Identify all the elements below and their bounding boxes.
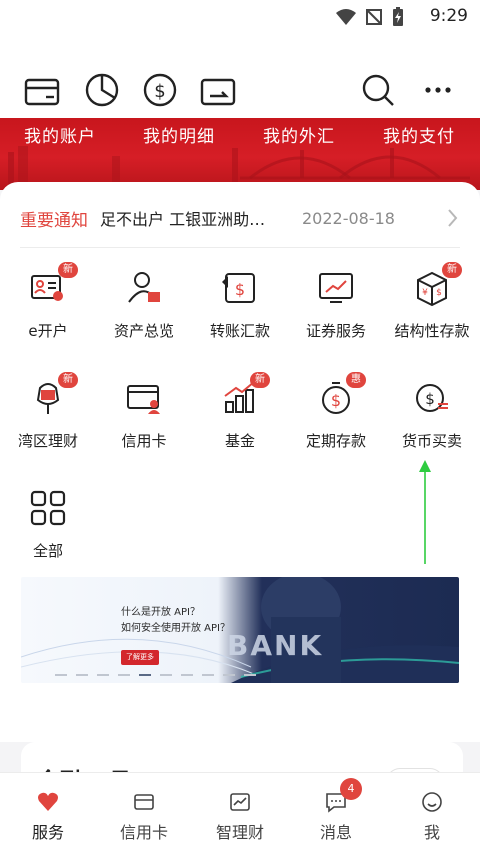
annotation-arrow	[419, 460, 431, 564]
battery-charging-icon	[393, 7, 403, 26]
card-icon	[134, 794, 154, 810]
service-label: 信用卡	[121, 432, 167, 450]
person-icon	[128, 272, 160, 303]
banner-learn-more-button[interactable]: 了解更多	[121, 650, 159, 665]
hero-tab-my-account[interactable]: 我的账户	[24, 122, 96, 147]
service-label: 结构性存款	[394, 322, 470, 340]
credit-card-icon	[127, 385, 160, 414]
status-icons	[336, 7, 404, 27]
banner-dot[interactable]	[76, 674, 88, 676]
no-signal-icon	[366, 9, 382, 25]
banner-pagination	[55, 674, 256, 676]
new-badge: 新	[58, 262, 78, 278]
pie-chart-icon[interactable]	[82, 70, 122, 110]
tab-label: 消息	[319, 823, 352, 842]
status-bar: 9:29	[0, 0, 480, 34]
banner-line-2: 如何安全使用开放 API？	[121, 623, 230, 634]
service-label: e开户	[28, 322, 68, 340]
service-securities[interactable]: 证券服务	[288, 268, 384, 368]
service-label: 转账汇款	[209, 322, 270, 340]
notice-tag: 重要通知	[20, 210, 88, 231]
top-bar	[0, 34, 480, 118]
svg-text:$: $	[436, 288, 442, 298]
notice-text[interactable]: 足不出户 工银亚洲助…	[100, 206, 288, 230]
service-all[interactable]: 全部	[0, 488, 96, 588]
banner-dot[interactable]	[181, 674, 193, 676]
hero-tab-my-payment[interactable]: 我的支付	[383, 122, 455, 147]
svg-text:¥: ¥	[422, 288, 428, 298]
service-asset-overview[interactable]: 资产总览	[96, 268, 192, 368]
svg-text:$: $	[154, 81, 165, 102]
service-label: 证券服务	[305, 322, 366, 340]
tab-label: 信用卡	[119, 823, 168, 842]
svg-text:$: $	[235, 280, 245, 299]
service-transfer[interactable]: $ 转账汇款	[192, 268, 288, 368]
account-hero: 我的账户 我的明细 我的外汇 我的支付	[0, 118, 480, 190]
notice-divider	[20, 247, 460, 248]
service-currency-exchange[interactable]: $ 货币买卖	[384, 378, 480, 478]
wallet-icon[interactable]	[22, 72, 62, 112]
banner-line-1: 什么是开放 API？	[121, 607, 200, 618]
banner-dot[interactable]	[223, 674, 235, 676]
transfer-icon: $	[222, 273, 255, 303]
service-structured-deposit[interactable]: ¥ $ 新 结构性存款	[384, 262, 480, 368]
tab-label: 我	[423, 823, 440, 842]
bottom-tab-bar: 服务 信用卡 智理财 消息 我	[0, 772, 480, 854]
banner-dot[interactable]	[202, 674, 214, 676]
service-fund[interactable]: 新 基金	[192, 372, 288, 478]
banner-dot[interactable]	[55, 674, 67, 676]
hero-tab-my-forex[interactable]: 我的外汇	[263, 122, 335, 147]
grid-icon	[30, 490, 66, 526]
banner-dot-active[interactable]	[139, 674, 151, 676]
service-label: 货币买卖	[401, 432, 462, 450]
banner-bank-text: BANK	[227, 629, 324, 662]
banner-dot[interactable]	[160, 674, 172, 676]
service-e-account[interactable]: 新 e开户	[0, 262, 96, 368]
hero-tab-my-details[interactable]: 我的明细	[143, 122, 215, 147]
smile-icon	[422, 792, 442, 812]
banner-dot[interactable]	[97, 674, 109, 676]
discount-badge: 惠	[346, 372, 366, 388]
heart-icon	[38, 792, 58, 811]
trend-monitor-icon	[319, 273, 353, 303]
new-badge: 新	[250, 372, 270, 388]
notice-bar[interactable]: 重要通知 足不出户 工银亚洲助… 2022-08-18	[20, 198, 460, 238]
banner-dot[interactable]	[244, 674, 256, 676]
transfer-card-icon[interactable]	[198, 72, 238, 112]
notice-date: 2022-08-18	[302, 208, 395, 228]
status-time: 9:29	[429, 6, 468, 26]
new-badge: 新	[58, 372, 78, 388]
service-credit-card[interactable]: 信用卡	[96, 378, 192, 478]
currency-exchange-icon: $	[416, 384, 448, 412]
more-icon[interactable]	[418, 70, 458, 110]
svg-text:$: $	[425, 390, 435, 408]
dollar-circle-icon[interactable]: $	[140, 70, 180, 110]
new-badge: 新	[442, 262, 462, 278]
svg-text:$: $	[331, 391, 341, 410]
chart-icon	[230, 793, 250, 811]
service-label: 湾区理财	[17, 432, 78, 450]
wifi-icon	[336, 9, 356, 25]
promo-banner[interactable]: 什么是开放 API？ 如何安全使用开放 API？ 了解更多 BANK	[21, 577, 459, 683]
tab-label: 智理财	[215, 823, 264, 842]
service-bay-area-wealth[interactable]: 新 湾区理财	[0, 372, 96, 478]
search-icon[interactable]	[358, 70, 398, 110]
banner-dot[interactable]	[118, 674, 130, 676]
message-count-badge: 4	[340, 778, 362, 800]
service-label: 定期存款	[305, 432, 366, 450]
service-label: 全部	[32, 542, 63, 560]
service-label: 基金	[224, 432, 255, 450]
chevron-right-icon[interactable]	[446, 206, 460, 230]
service-time-deposit[interactable]: $ 惠 定期存款	[288, 372, 384, 478]
tab-label: 服务	[31, 823, 64, 842]
service-label: 资产总览	[113, 322, 174, 340]
